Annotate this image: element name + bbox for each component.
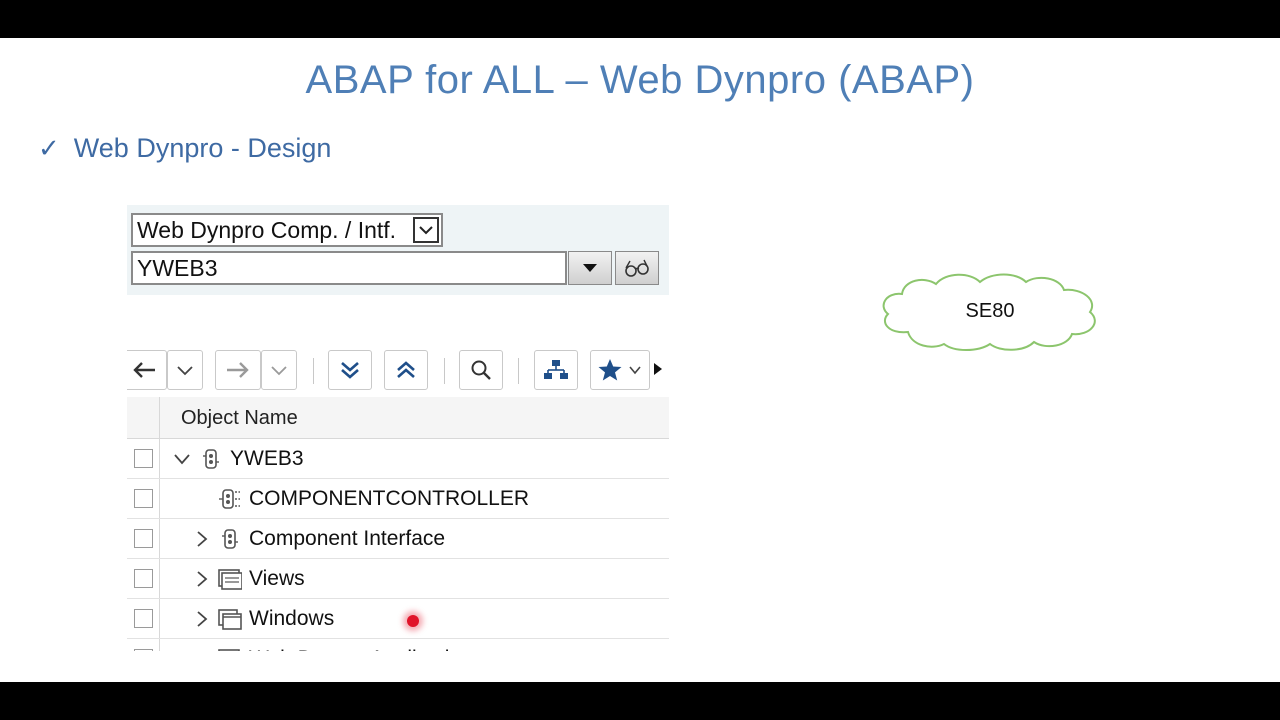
tree-row[interactable]: Windows [127, 599, 669, 639]
object-name-column-header[interactable]: Object Name [181, 397, 298, 439]
expand-chevron-down-icon[interactable] [171, 439, 193, 478]
toolbar-separator [313, 358, 314, 384]
mouse-pointer-highlight [407, 615, 419, 627]
glasses-icon [625, 259, 649, 277]
collapse-all-button[interactable] [384, 350, 428, 390]
bullet-text: Web Dynpro - Design [73, 132, 332, 163]
tree-row[interactable]: Component Interface [127, 519, 669, 559]
row-checkbox[interactable] [133, 449, 153, 468]
expand-chevron-right-icon[interactable] [191, 519, 213, 558]
object-name-input[interactable]: YWEB3 [131, 251, 567, 285]
back-history-button[interactable] [167, 350, 203, 390]
slide: ABAP for ALL – Web Dynpro (ABAP) ✓ Web D… [0, 38, 1280, 682]
forward-history-button[interactable] [261, 350, 297, 390]
toolbar-separator [518, 358, 519, 384]
back-button[interactable] [127, 350, 167, 390]
object-tree: Object Name YWEB3 COMPONENTCONTROLLER Co… [127, 397, 669, 651]
double-chevron-down-icon [341, 362, 359, 379]
application-icon [217, 639, 243, 651]
object-selection-area: Web Dynpro Comp. / Intf. YWEB3 [127, 205, 669, 295]
expand-chevron-right-icon[interactable] [191, 639, 213, 651]
row-selector[interactable] [127, 599, 160, 638]
value-help-button[interactable] [568, 251, 612, 285]
row-checkbox[interactable] [133, 569, 153, 588]
caret-down-icon [583, 264, 597, 272]
tree-row[interactable]: YWEB3 [127, 439, 669, 479]
component-icon [198, 439, 224, 478]
object-type-select[interactable]: Web Dynpro Comp. / Intf. [131, 213, 443, 247]
chevron-down-icon [629, 366, 641, 375]
tree-node-label[interactable]: Component Interface [249, 519, 445, 558]
component-icon [217, 519, 243, 558]
expand-chevron-right-icon[interactable] [191, 599, 213, 638]
row-checkbox[interactable] [133, 609, 153, 628]
forward-button[interactable] [215, 350, 261, 390]
bullet-item: ✓ Web Dynpro - Design [38, 130, 331, 166]
sap-object-navigator: Web Dynpro Comp. / Intf. YWEB3 Object Na… [127, 205, 669, 651]
chevron-down-icon [271, 366, 287, 376]
row-checkbox[interactable] [133, 529, 153, 548]
find-button[interactable] [459, 350, 503, 390]
expand-all-button[interactable] [328, 350, 372, 390]
expand-chevron-right-icon[interactable] [191, 559, 213, 598]
object-type-value: Web Dynpro Comp. / Intf. [137, 216, 397, 243]
navigator-toolbar [127, 350, 669, 390]
selection-column-header [127, 397, 160, 439]
row-selector[interactable] [127, 559, 160, 598]
slide-title: ABAP for ALL – Web Dynpro (ABAP) [305, 58, 975, 102]
chevron-down-icon[interactable] [413, 217, 439, 243]
row-selector[interactable] [127, 639, 160, 651]
favorites-button[interactable] [590, 350, 650, 390]
hierarchy-button[interactable] [534, 350, 578, 390]
display-button[interactable] [615, 251, 659, 285]
tree-node-label[interactable]: COMPONENTCONTROLLER [249, 479, 529, 518]
row-selector[interactable] [127, 479, 160, 518]
hierarchy-icon [544, 360, 568, 379]
row-checkbox[interactable] [133, 649, 153, 651]
tree-node-label[interactable]: Views [249, 559, 305, 598]
double-chevron-up-icon [397, 361, 415, 378]
tree-node-label[interactable]: Windows [249, 599, 334, 638]
row-selector[interactable] [127, 519, 160, 558]
cloud-label: SE80 [965, 299, 1015, 322]
arrow-right-icon [227, 362, 249, 378]
star-icon [598, 359, 622, 381]
tree-row[interactable]: COMPONENTCONTROLLER [127, 479, 669, 519]
row-selector[interactable] [127, 439, 160, 478]
view-icon [217, 559, 243, 598]
tree-row[interactable]: Views [127, 559, 669, 599]
chevron-down-icon [177, 366, 193, 376]
search-icon [471, 360, 491, 380]
tree-node-label[interactable]: YWEB3 [230, 439, 304, 478]
checkmark-icon: ✓ [38, 132, 60, 163]
toolbar-separator [444, 358, 445, 384]
toolbar-overflow-icon[interactable] [653, 362, 663, 381]
tree-node-label[interactable]: Web Dynpro Applications [249, 639, 483, 651]
arrow-left-icon [133, 362, 155, 378]
tree-header: Object Name [127, 397, 669, 439]
window-icon [217, 599, 243, 638]
tree-row[interactable]: Web Dynpro Applications [127, 639, 669, 651]
controller-icon [217, 479, 243, 518]
row-checkbox[interactable] [133, 489, 153, 508]
